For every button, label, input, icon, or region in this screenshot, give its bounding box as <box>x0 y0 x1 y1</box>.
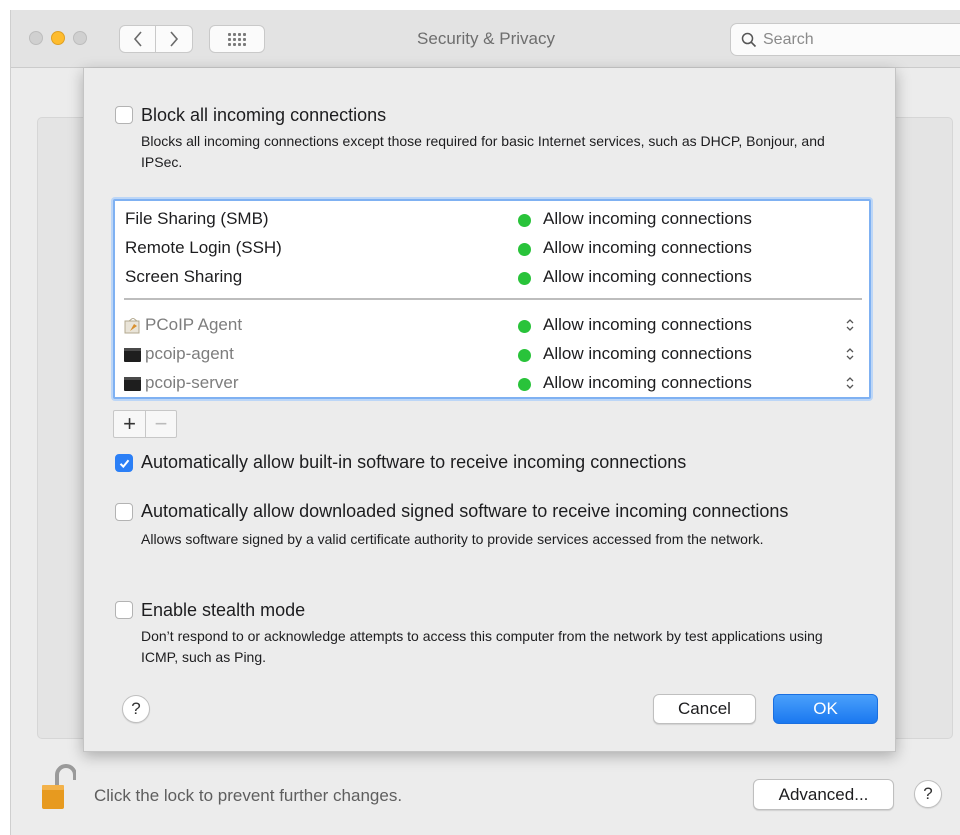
app-name: PCoIP Agent <box>145 315 243 334</box>
status-dot-icon <box>518 349 531 362</box>
remove-app-button[interactable]: − <box>145 411 176 437</box>
app-status: Allow incoming connections <box>543 373 752 392</box>
app-status: Allow incoming connections <box>543 315 752 334</box>
auto-allow-builtin-label: Automatically allow built-in software to… <box>141 452 687 472</box>
app-name: pcoip-server <box>145 373 239 392</box>
search-field[interactable] <box>730 23 960 56</box>
updown-stepper-icon[interactable] <box>845 346 855 362</box>
ok-button[interactable]: OK <box>773 694 878 724</box>
help-button[interactable]: ? <box>122 695 150 723</box>
firewall-options-sheet: Block all incoming connections Blocks al… <box>83 68 896 752</box>
checkmark-icon <box>119 459 129 468</box>
list-divider <box>124 298 862 300</box>
title-bar: Security & Privacy <box>11 10 960 68</box>
service-row[interactable]: File Sharing (SMB) Allow incoming connec… <box>115 205 869 234</box>
terminal-exec-icon <box>124 377 141 391</box>
auto-allow-signed-label: Automatically allow downloaded signed so… <box>141 501 789 521</box>
app-row[interactable]: pcoip-server Allow incoming connections <box>115 369 869 398</box>
auto-allow-builtin-checkbox[interactable] <box>115 454 133 472</box>
service-status: Allow incoming connections <box>543 267 752 286</box>
cancel-button[interactable]: Cancel <box>653 694 756 724</box>
app-installer-icon <box>124 318 140 334</box>
updown-stepper-icon[interactable] <box>845 375 855 391</box>
terminal-exec-icon <box>124 348 141 362</box>
app-row[interactable]: pcoip-agent Allow incoming connections <box>115 340 869 369</box>
add-app-button[interactable]: + <box>114 411 145 437</box>
lock-status-text: Click the lock to prevent further change… <box>94 786 403 805</box>
status-dot-icon <box>518 214 531 227</box>
footer-help-button[interactable]: ? <box>914 780 942 808</box>
stealth-mode-description: Don’t respond to or acknowledge attempts… <box>141 628 823 665</box>
auto-allow-signed-description: Allows software signed by a valid certif… <box>141 531 764 547</box>
status-dot-icon <box>518 243 531 256</box>
preferences-window: Security & Privacy Block all incoming co… <box>10 10 960 835</box>
status-dot-icon <box>518 272 531 285</box>
services-list[interactable]: File Sharing (SMB) Allow incoming connec… <box>113 199 871 399</box>
service-row[interactable]: Remote Login (SSH) Allow incoming connec… <box>115 234 869 263</box>
service-row[interactable]: Screen Sharing Allow incoming connection… <box>115 263 869 292</box>
app-status: Allow incoming connections <box>543 344 752 363</box>
service-status: Allow incoming connections <box>543 238 752 257</box>
advanced-button[interactable]: Advanced... <box>753 779 894 810</box>
updown-stepper-icon[interactable] <box>845 317 855 333</box>
stealth-mode-checkbox[interactable] <box>115 601 133 619</box>
status-dot-icon <box>518 320 531 333</box>
auto-allow-signed-checkbox[interactable] <box>115 503 133 521</box>
add-remove-control: + − <box>113 410 177 438</box>
app-name: pcoip-agent <box>145 344 234 363</box>
block-all-description: Blocks all incoming connections except t… <box>141 133 825 170</box>
stealth-mode-label: Enable stealth mode <box>141 600 306 620</box>
app-row[interactable]: PCoIP Agent Allow incoming connections <box>115 311 869 340</box>
service-name: Remote Login (SSH) <box>125 238 282 257</box>
search-icon <box>741 32 757 47</box>
service-name: Screen Sharing <box>125 267 243 286</box>
block-all-label: Block all incoming connections <box>141 105 387 125</box>
status-dot-icon <box>518 378 531 391</box>
service-name: File Sharing (SMB) <box>125 209 269 228</box>
unlocked-padlock-icon[interactable] <box>40 763 76 811</box>
search-input[interactable] <box>763 30 953 49</box>
block-all-checkbox[interactable] <box>115 106 133 124</box>
service-status: Allow incoming connections <box>543 209 752 228</box>
